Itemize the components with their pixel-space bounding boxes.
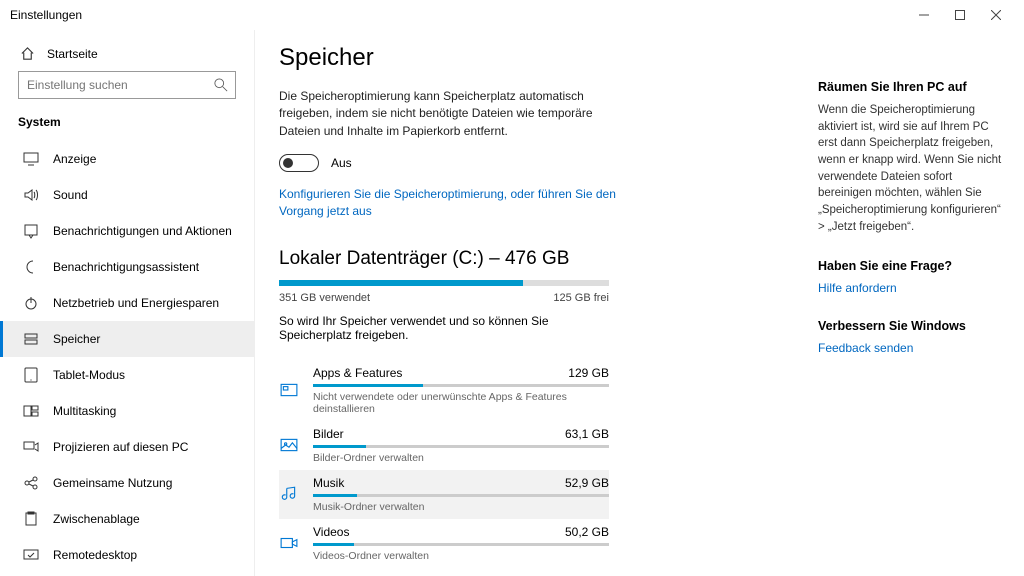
multi-icon [23, 403, 39, 419]
sidebar-item-label: Speicher [53, 332, 100, 346]
sidebar-item-label: Projizieren auf diesen PC [53, 440, 188, 454]
feedback-link[interactable]: Feedback senden [818, 341, 1004, 355]
sidebar-item-label: Tablet-Modus [53, 368, 125, 382]
sidebar-item-gemeinsame-nutzung[interactable]: Gemeinsame Nutzung [0, 465, 254, 501]
sidebar-item-label: Remotedesktop [53, 548, 137, 562]
category-size: 52,9 GB [565, 476, 609, 490]
sidebar-item-remotedesktop[interactable]: Remotedesktop [0, 537, 254, 573]
category-size: 50,2 GB [565, 525, 609, 539]
disk-free-label: 125 GB frei [553, 292, 609, 304]
home-icon [20, 46, 35, 61]
apps-icon [279, 380, 299, 400]
clipboard-icon [23, 511, 39, 527]
category-name: Videos [313, 525, 349, 539]
sidebar-item-label: Sound [53, 188, 88, 202]
storage-category-bilder[interactable]: Bilder 63,1 GB Bilder-Ordner verwalten [279, 421, 609, 470]
help-link[interactable]: Hilfe anfordern [818, 281, 1004, 295]
category-bar [313, 445, 609, 448]
sidebar-item-label: Netzbetrieb und Energiesparen [53, 296, 219, 310]
sidebar-item-label: Anzeige [53, 152, 96, 166]
sidebar-home[interactable]: Startseite [0, 38, 254, 71]
sidebar-item-label: Benachrichtigungen und Aktionen [53, 224, 232, 238]
music-icon [279, 484, 299, 504]
sidebar-item-zwischenablage[interactable]: Zwischenablage [0, 501, 254, 537]
category-bar [313, 384, 609, 387]
right-panel: Räumen Sie Ihren PC auf Wenn die Speiche… [804, 30, 1024, 576]
feedback-heading: Verbessern Sie Windows [818, 319, 1004, 333]
titlebar: Einstellungen [0, 0, 1024, 30]
storage-intro: Die Speicheroptimierung kann Speicherpla… [279, 88, 619, 140]
sidebar-item-benachrichtigungsassistent[interactable]: Benachrichtigungsassistent [0, 249, 254, 285]
project-icon [23, 439, 39, 455]
category-sub: Videos-Ordner verwalten [313, 550, 609, 562]
tidy-text: Wenn die Speicheroptimierung aktiviert i… [818, 102, 1004, 235]
sidebar: Startseite System Anzeige Sound Benachrich… [0, 30, 255, 576]
storage-sense-toggle[interactable] [279, 154, 319, 172]
sidebar-item-multitasking[interactable]: Multitasking [0, 393, 254, 429]
monitor-icon [23, 151, 39, 167]
sidebar-item-sound[interactable]: Sound [0, 177, 254, 213]
category-sub: Bilder-Ordner verwalten [313, 452, 609, 464]
sidebar-item-benachrichtigungen-und-aktionen[interactable]: Benachrichtigungen und Aktionen [0, 213, 254, 249]
sidebar-item-label: Zwischenablage [53, 512, 140, 526]
sidebar-item-netzbetrieb-und-energiesparen[interactable]: Netzbetrieb und Energiesparen [0, 285, 254, 321]
storage-category-videos[interactable]: Videos 50,2 GB Videos-Ordner verwalten [279, 519, 609, 568]
category-bar [313, 494, 609, 497]
category-size: 63,1 GB [565, 427, 609, 441]
search-icon [214, 78, 228, 92]
remote-icon [23, 547, 39, 563]
moon-icon [23, 259, 39, 275]
sidebar-item-label: Gemeinsame Nutzung [53, 476, 172, 490]
disk-used-label: 351 GB verwendet [279, 292, 370, 304]
disk-usage-bar [279, 280, 609, 286]
toggle-state-label: Aus [331, 156, 352, 170]
main-content: Speicher Die Speicheroptimierung kann Sp… [255, 30, 804, 576]
page-title: Speicher [279, 44, 784, 72]
video-icon [279, 533, 299, 553]
help-heading: Haben Sie eine Frage? [818, 259, 1004, 273]
close-button[interactable] [978, 0, 1014, 30]
tablet-icon [23, 367, 39, 383]
notify-icon [23, 223, 39, 239]
storage-icon [23, 331, 39, 347]
configure-storage-link[interactable]: Konfigurieren Sie die Speicheroptimierun… [279, 186, 619, 220]
share-icon [23, 475, 39, 491]
power-icon [23, 295, 39, 311]
sidebar-item-speicher[interactable]: Speicher [0, 321, 254, 357]
sidebar-section-title: System [0, 109, 254, 141]
sidebar-item-projizieren-auf-diesen-pc[interactable]: Projizieren auf diesen PC [0, 429, 254, 465]
tidy-heading: Räumen Sie Ihren PC auf [818, 80, 1004, 94]
storage-category-dokumente[interactable]: Dokumente9,99 GBDokumente-Ordner verwalt… [279, 568, 609, 576]
disk-heading: Lokaler Datenträger (C:) – 476 GB [279, 248, 784, 270]
sidebar-item-anzeige[interactable]: Anzeige [0, 141, 254, 177]
sidebar-home-label: Startseite [47, 47, 98, 61]
sidebar-item-label: Multitasking [53, 404, 116, 418]
category-name: Bilder [313, 427, 344, 441]
maximize-button[interactable] [942, 0, 978, 30]
storage-desc: So wird Ihr Speicher verwendet und so kö… [279, 314, 619, 342]
sidebar-item-tablet-modus[interactable]: Tablet-Modus [0, 357, 254, 393]
pictures-icon [279, 435, 299, 455]
storage-category-apps-features[interactable]: Apps & Features 129 GB Nicht verwendete od… [279, 360, 609, 421]
sound-icon [23, 187, 39, 203]
category-name: Apps & Features [313, 366, 402, 380]
category-size: 129 GB [568, 366, 609, 380]
category-name: Musik [313, 476, 344, 490]
category-sub: Nicht verwendete oder unerwünschte Apps … [313, 391, 609, 415]
sidebar-item-label: Benachrichtigungsassistent [53, 260, 199, 274]
minimize-button[interactable] [906, 0, 942, 30]
storage-category-musik[interactable]: Musik 52,9 GB Musik-Ordner verwalten [279, 470, 609, 519]
search-input[interactable] [18, 71, 236, 99]
window-title: Einstellungen [10, 8, 82, 22]
category-bar [313, 543, 609, 546]
category-sub: Musik-Ordner verwalten [313, 501, 609, 513]
